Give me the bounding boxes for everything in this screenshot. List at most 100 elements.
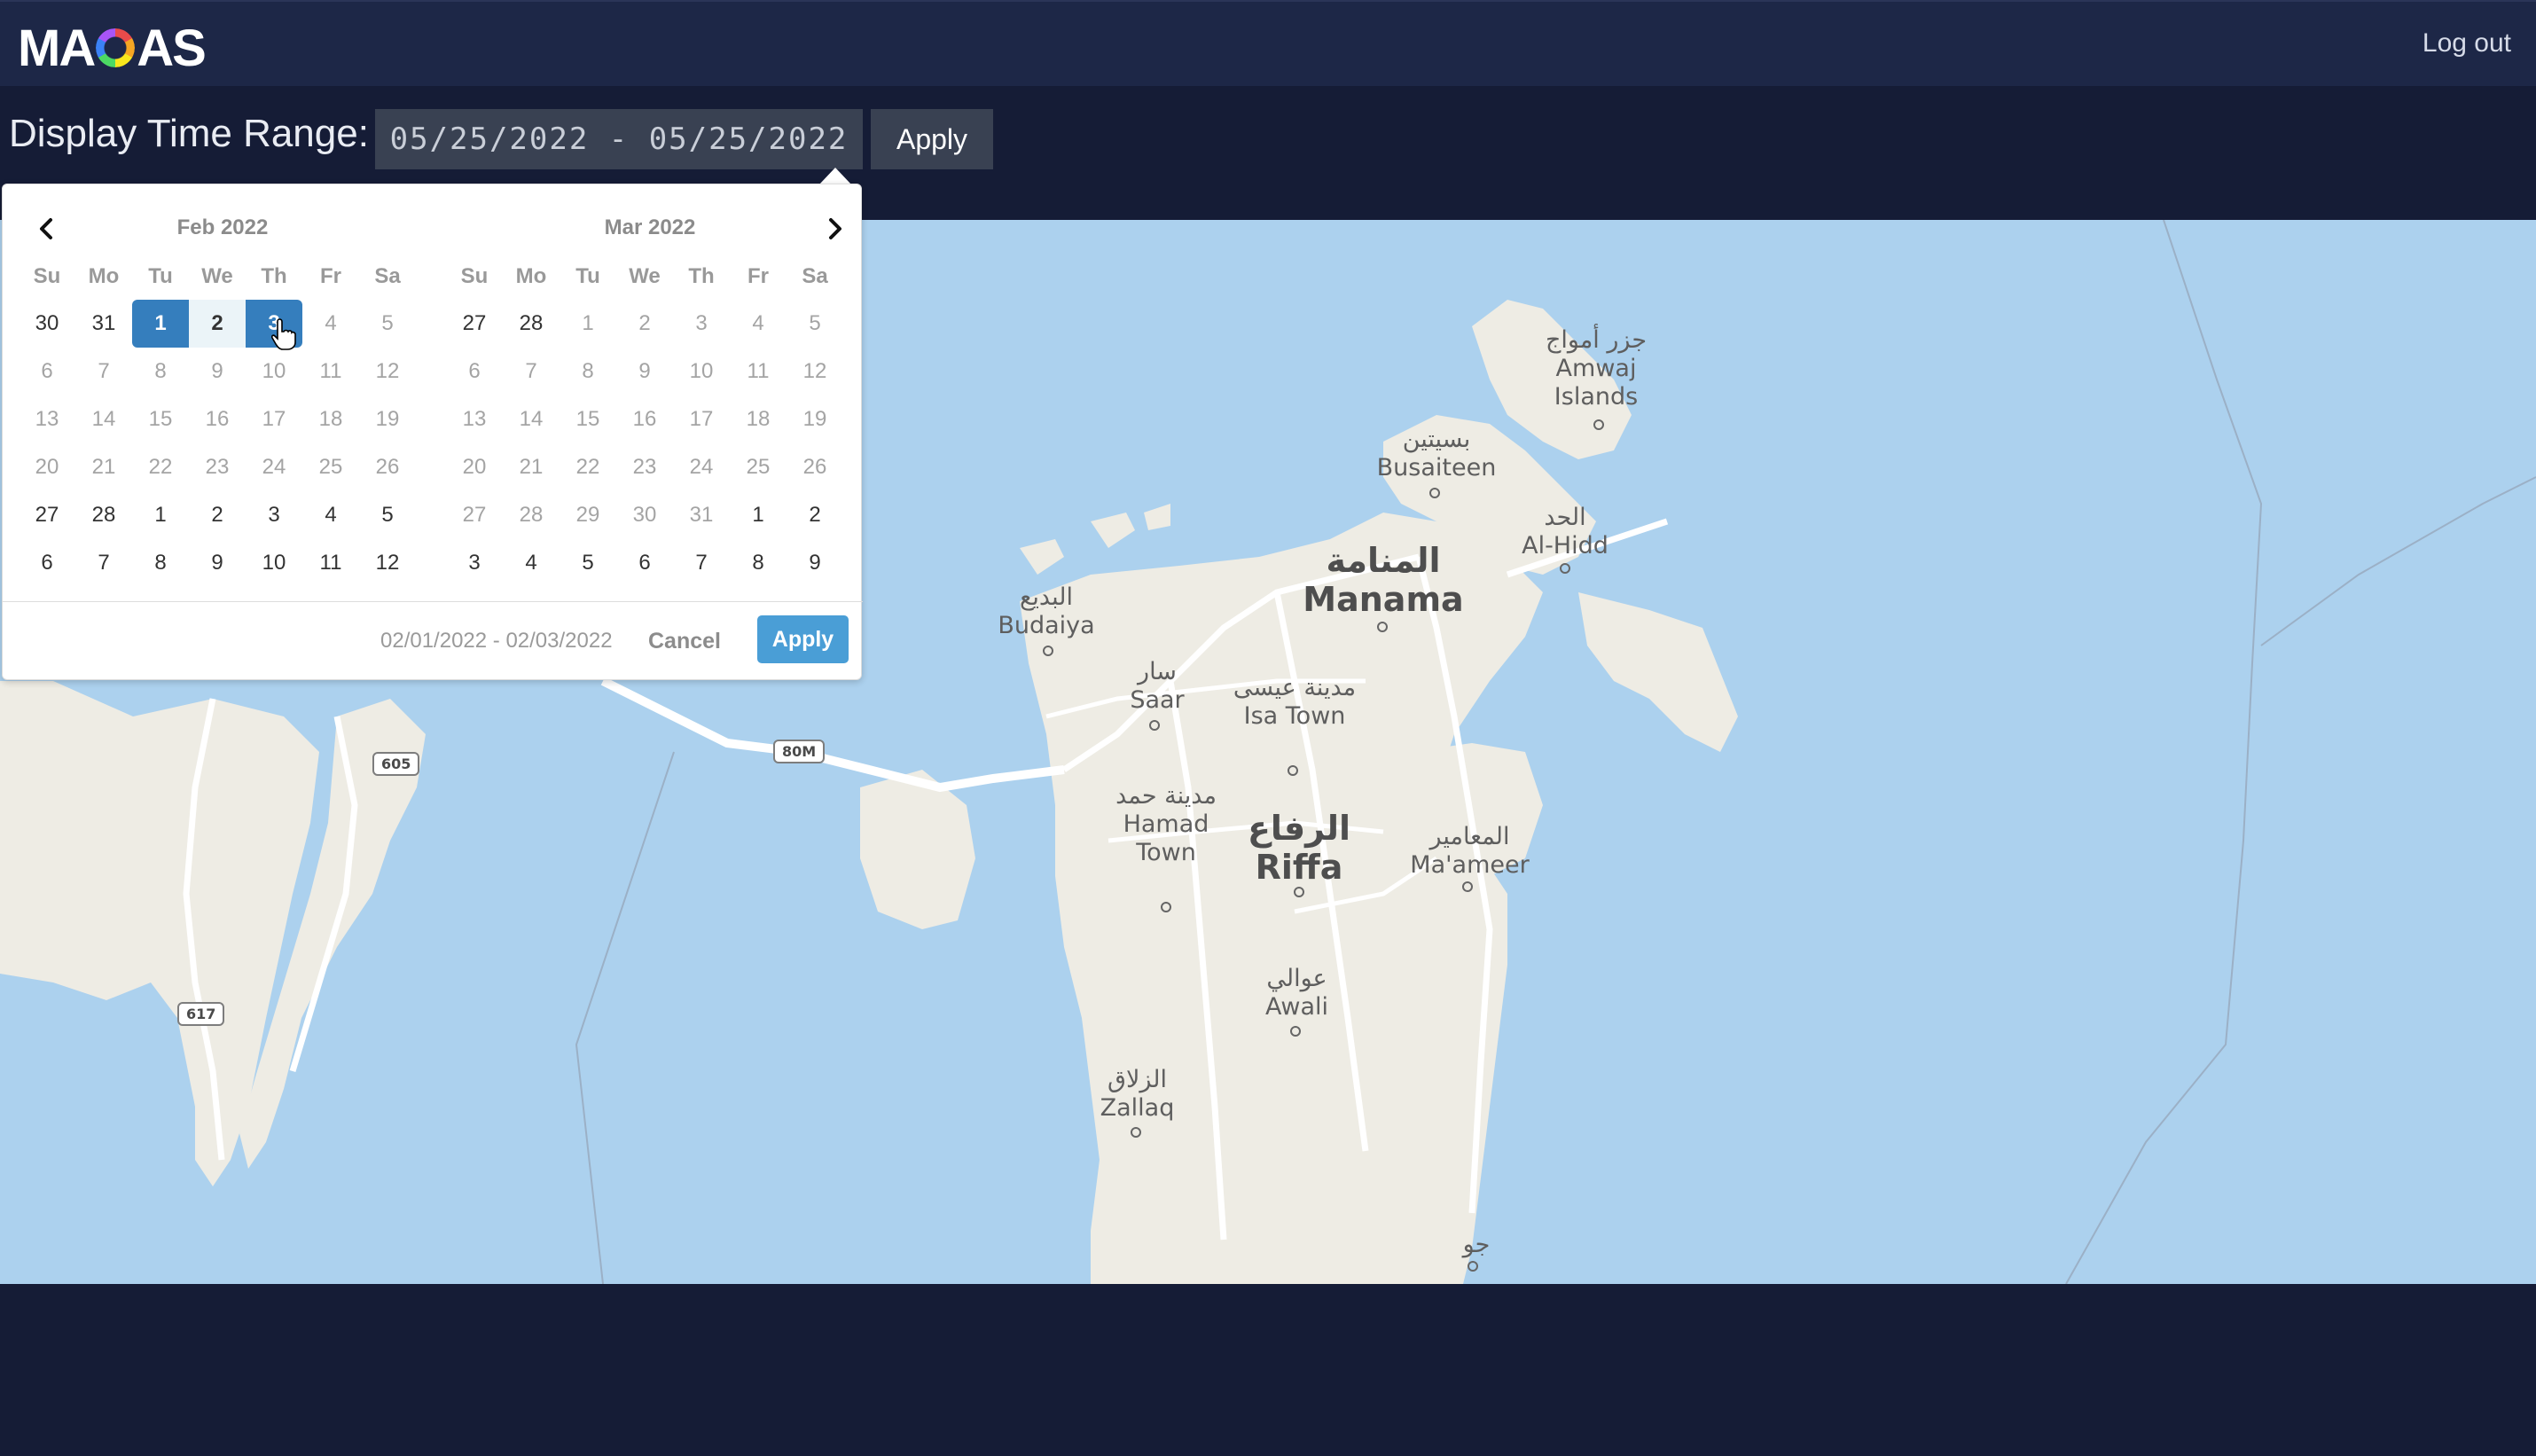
day-cell[interactable]: 10 — [673, 348, 730, 395]
day-cell[interactable]: 1 — [132, 300, 189, 348]
day-cell[interactable]: 29 — [560, 491, 616, 539]
day-cell[interactable]: 13 — [19, 395, 75, 443]
day-cell[interactable]: 14 — [75, 395, 132, 443]
day-cell[interactable]: 23 — [189, 443, 246, 491]
day-cell[interactable]: 6 — [19, 348, 75, 395]
weekday-header: We — [201, 264, 233, 288]
day-cell[interactable]: 3 — [673, 300, 730, 348]
day-cell[interactable]: 26 — [359, 443, 416, 491]
day-cell[interactable]: 25 — [302, 443, 359, 491]
day-cell[interactable]: 7 — [673, 539, 730, 587]
day-cell[interactable]: 11 — [302, 539, 359, 587]
day-cell[interactable]: 4 — [302, 300, 359, 348]
date-range-input[interactable]: 05/25/2022 - 05/25/2022 — [375, 109, 863, 169]
day-cell[interactable]: 24 — [246, 443, 302, 491]
map-label-hidd-ar: الحد — [1544, 504, 1586, 531]
day-cell[interactable]: 12 — [359, 539, 416, 587]
day-cell[interactable]: 1 — [560, 300, 616, 348]
day-cell[interactable]: 4 — [302, 491, 359, 539]
day-cell[interactable]: 30 — [19, 300, 75, 348]
day-cell[interactable]: 14 — [503, 395, 560, 443]
day-cell[interactable]: 6 — [19, 539, 75, 587]
day-cell[interactable]: 5 — [359, 300, 416, 348]
map-label-zallaq: الزلاق Zallaq — [1082, 1066, 1193, 1123]
day-cell[interactable]: 22 — [132, 443, 189, 491]
day-cell[interactable]: 10 — [246, 348, 302, 395]
cancel-button[interactable]: Cancel — [648, 629, 721, 654]
day-cell[interactable]: 31 — [75, 300, 132, 348]
day-cell[interactable]: 28 — [503, 491, 560, 539]
day-cell[interactable]: 28 — [75, 491, 132, 539]
day-cell[interactable]: 9 — [189, 539, 246, 587]
day-cell[interactable]: 4 — [503, 539, 560, 587]
day-cell[interactable]: 26 — [787, 443, 843, 491]
day-cell[interactable]: 9 — [189, 348, 246, 395]
range-apply-button[interactable]: Apply — [871, 109, 993, 169]
day-cell[interactable]: 9 — [616, 348, 673, 395]
day-cell[interactable]: 1 — [132, 491, 189, 539]
day-cell[interactable]: 16 — [616, 395, 673, 443]
day-cell[interactable]: 7 — [75, 539, 132, 587]
day-cell[interactable]: 23 — [616, 443, 673, 491]
day-cell[interactable]: 8 — [132, 348, 189, 395]
day-cell[interactable]: 7 — [75, 348, 132, 395]
day-cell[interactable]: 7 — [503, 348, 560, 395]
day-cell[interactable]: 6 — [616, 539, 673, 587]
day-cell[interactable]: 5 — [787, 300, 843, 348]
day-cell[interactable]: 5 — [359, 491, 416, 539]
day-cell[interactable]: 2 — [787, 491, 843, 539]
day-cell[interactable]: 21 — [503, 443, 560, 491]
logout-link[interactable]: Log out — [2423, 28, 2511, 59]
day-cell[interactable]: 31 — [673, 491, 730, 539]
day-cell[interactable]: 20 — [446, 443, 503, 491]
day-cell[interactable]: 8 — [730, 539, 787, 587]
day-cell[interactable]: 10 — [246, 539, 302, 587]
prev-month-button[interactable] — [27, 209, 67, 248]
day-cell[interactable]: 3 — [446, 539, 503, 587]
day-cell[interactable]: 12 — [359, 348, 416, 395]
calendar-left-header: Feb 2022 — [19, 202, 427, 254]
day-cell[interactable]: 8 — [132, 539, 189, 587]
day-cell[interactable]: 2 — [616, 300, 673, 348]
map-label-jau: جو — [1454, 1231, 1499, 1259]
day-cell[interactable]: 27 — [446, 300, 503, 348]
day-cell[interactable]: 19 — [787, 395, 843, 443]
picker-apply-button[interactable]: Apply — [757, 615, 849, 663]
day-cell[interactable]: 19 — [359, 395, 416, 443]
day-cell[interactable]: 6 — [446, 348, 503, 395]
magias-logo[interactable]: M A AS — [18, 20, 207, 77]
day-cell[interactable]: 25 — [730, 443, 787, 491]
day-cell[interactable]: 27 — [446, 491, 503, 539]
day-cell[interactable]: 15 — [560, 395, 616, 443]
day-cell[interactable]: 3 — [246, 491, 302, 539]
day-cell[interactable]: 4 — [730, 300, 787, 348]
umm-an-nasan-island — [860, 770, 975, 929]
day-cell[interactable]: 5 — [560, 539, 616, 587]
day-cell[interactable]: 13 — [446, 395, 503, 443]
day-cell[interactable]: 30 — [616, 491, 673, 539]
day-cell[interactable]: 28 — [503, 300, 560, 348]
day-cell[interactable]: 27 — [19, 491, 75, 539]
day-cell[interactable]: 1 — [730, 491, 787, 539]
day-cell[interactable]: 24 — [673, 443, 730, 491]
day-cell[interactable]: 11 — [730, 348, 787, 395]
day-cell[interactable]: 16 — [189, 395, 246, 443]
day-cell[interactable]: 12 — [787, 348, 843, 395]
day-cell[interactable]: 21 — [75, 443, 132, 491]
day-cell[interactable]: 20 — [19, 443, 75, 491]
day-cell[interactable]: 17 — [246, 395, 302, 443]
weekday-header: Tu — [148, 264, 173, 288]
islet-1 — [1091, 513, 1135, 548]
day-cell[interactable]: 2 — [189, 300, 246, 348]
next-month-button[interactable] — [815, 209, 854, 248]
day-cell[interactable]: 11 — [302, 348, 359, 395]
day-cell[interactable]: 9 — [787, 539, 843, 587]
day-cell[interactable]: 2 — [189, 491, 246, 539]
day-cell[interactable]: 15 — [132, 395, 189, 443]
day-cell[interactable]: 18 — [302, 395, 359, 443]
day-cell[interactable]: 8 — [560, 348, 616, 395]
day-cell[interactable]: 17 — [673, 395, 730, 443]
picker-footer: 02/01/2022 - 02/03/2022 Cancel Apply — [3, 601, 863, 681]
day-cell[interactable]: 22 — [560, 443, 616, 491]
day-cell[interactable]: 18 — [730, 395, 787, 443]
